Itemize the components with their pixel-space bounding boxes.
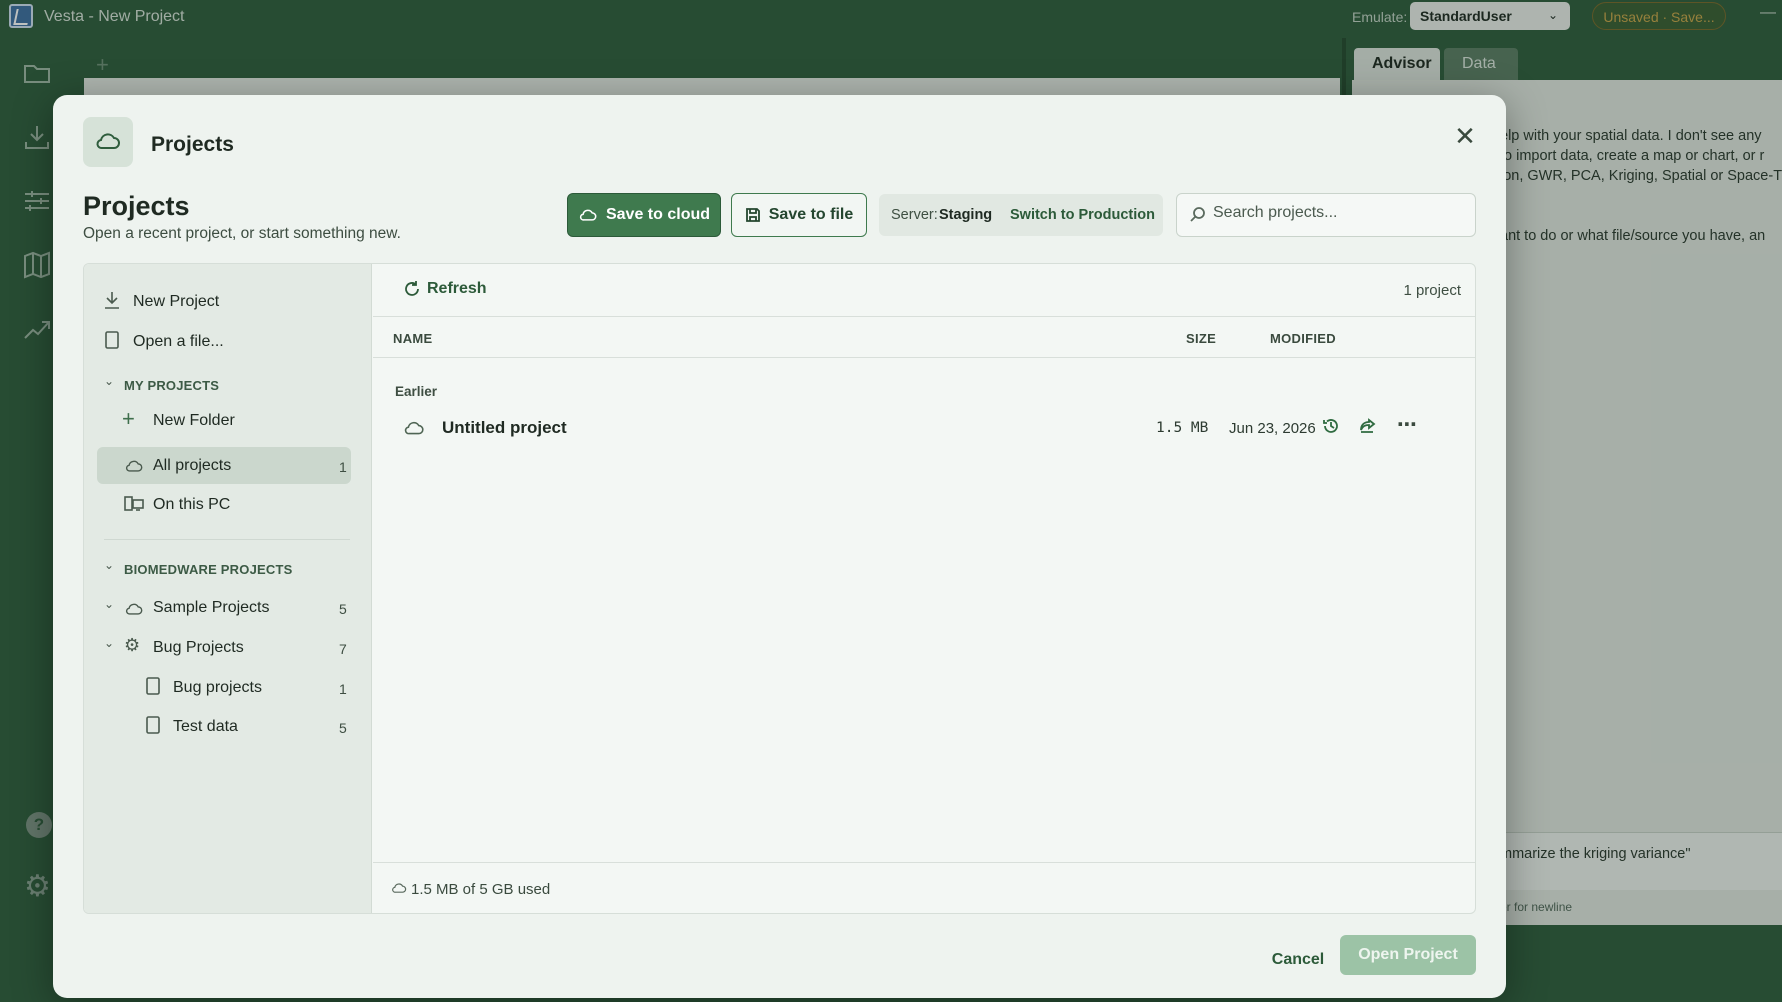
sidebar-item-count: 7	[339, 641, 347, 657]
cloud-icon	[125, 603, 143, 615]
dialog-cloud-icon	[83, 117, 133, 167]
history-icon[interactable]	[1322, 417, 1340, 435]
open-file-button[interactable]: Open a file...	[133, 333, 224, 351]
projects-list-area: Refresh 1 project NAME SIZE MODIFIED Ear…	[373, 264, 1475, 913]
storage-usage: 1.5 MB of 5 GB used	[411, 881, 551, 898]
search-icon	[1190, 207, 1205, 222]
floppy-disk-icon	[745, 208, 760, 222]
refresh-button[interactable]: Refresh	[403, 280, 487, 298]
project-count: 1 project	[1403, 282, 1461, 299]
close-icon[interactable]: ✕	[1451, 123, 1479, 151]
file-icon	[146, 677, 160, 695]
sidebar-item-count: 5	[339, 720, 347, 736]
download-icon	[105, 292, 119, 309]
table-header: NAME SIZE MODIFIED	[373, 316, 1475, 358]
cloud-icon	[125, 460, 143, 472]
save-to-file-label: Save to file	[768, 206, 854, 223]
dialog-title: Projects	[151, 133, 234, 156]
column-header-modified[interactable]: MODIFIED	[1270, 331, 1336, 346]
server-value: Staging	[939, 207, 993, 223]
server-selector: Server: Staging Switch to Production	[879, 194, 1163, 236]
save-to-cloud-label: Save to cloud	[605, 206, 711, 223]
search-input[interactable]	[1213, 204, 1463, 222]
more-options-icon[interactable]: ⋯	[1397, 412, 1417, 437]
sidebar-item-bug-projects[interactable]: Bug Projects	[153, 639, 244, 657]
save-to-cloud-button[interactable]: Save to cloud	[567, 193, 721, 237]
search-box	[1176, 193, 1476, 237]
sidebar-divider	[104, 539, 350, 540]
biomedware-projects-section[interactable]: BIOMEDWARE PROJECTS	[124, 562, 292, 577]
open-project-button[interactable]: Open Project	[1340, 935, 1476, 975]
file-icon	[146, 716, 160, 734]
new-folder-button[interactable]: New Folder	[153, 412, 235, 430]
chevron-down-icon[interactable]: ⌄	[104, 374, 114, 388]
table-row[interactable]: Untitled project 1.5 MB Jun 23, 2026 ⋯	[373, 406, 1475, 448]
chevron-down-icon[interactable]: ⌄	[104, 636, 114, 650]
sidebar-item-test-data[interactable]: Test data	[173, 718, 238, 736]
share-icon[interactable]	[1359, 417, 1377, 435]
sidebar-item-count: 5	[339, 601, 347, 617]
new-project-button[interactable]: New Project	[133, 293, 219, 311]
column-header-name[interactable]: NAME	[393, 331, 432, 346]
cloud-icon	[579, 209, 597, 221]
sidebar-item-count: 1	[339, 459, 347, 475]
cancel-button[interactable]: Cancel	[1253, 941, 1343, 979]
project-name: Untitled project	[442, 418, 567, 437]
sidebar-item-bug-projects-folder[interactable]: Bug projects	[173, 679, 262, 697]
projects-panel: New Project Open a file... ⌄ MY PROJECTS…	[83, 263, 1476, 914]
cloud-icon	[392, 883, 407, 893]
sidebar-item-label: All projects	[153, 457, 232, 474]
switch-server-button[interactable]: Switch to Production	[1010, 207, 1155, 223]
column-header-size[interactable]: SIZE	[1186, 331, 1216, 346]
computer-icon	[124, 496, 144, 511]
sidebar-item-sample-projects[interactable]: Sample Projects	[153, 599, 270, 617]
server-label: Server:	[891, 207, 938, 223]
group-label: Earlier	[395, 384, 438, 399]
chevron-down-icon[interactable]: ⌄	[104, 597, 114, 611]
cloud-icon	[404, 421, 424, 435]
refresh-label: Refresh	[427, 280, 487, 297]
storage-footer: 1.5 MB of 5 GB used	[373, 862, 1475, 913]
save-to-file-button[interactable]: Save to file	[731, 193, 867, 237]
projects-dialog: Projects ✕ Projects Open a recent projec…	[53, 95, 1506, 998]
my-projects-section[interactable]: MY PROJECTS	[124, 378, 219, 393]
bug-icon: ⚙	[124, 635, 141, 655]
file-icon	[105, 331, 119, 349]
refresh-icon	[405, 281, 419, 296]
chevron-down-icon[interactable]: ⌄	[104, 558, 114, 572]
projects-sidebar: New Project Open a file... ⌄ MY PROJECTS…	[84, 264, 372, 913]
sidebar-item-on-this-pc[interactable]: On this PC	[153, 496, 230, 514]
page-title: Projects	[83, 191, 190, 221]
project-size: 1.5 MB	[1156, 420, 1209, 436]
plus-icon: +	[122, 406, 135, 431]
page-subtitle: Open a recent project, or start somethin…	[83, 225, 401, 242]
project-modified: Jun 23, 2026	[1229, 420, 1316, 437]
sidebar-item-count: 1	[339, 681, 347, 697]
